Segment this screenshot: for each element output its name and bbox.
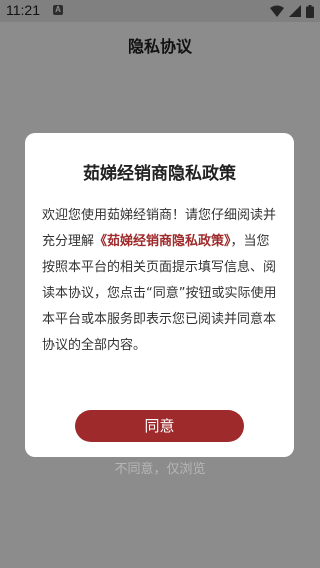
privacy-policy-link[interactable]: 《茹娣经销商隐私政策》 — [94, 234, 231, 249]
dialog-title: 茹娣经销商隐私政策 — [83, 164, 236, 184]
agree-button[interactable]: 同意 — [75, 410, 244, 442]
privacy-dialog: 茹娣经销商隐私政策 欢迎您使用茹娣经销商！请您仔细阅读并充分理解《茹娣经销商隐私… — [25, 133, 294, 457]
disagree-browse-link[interactable]: 不同意，仅浏览 — [0, 458, 320, 477]
dialog-body: 欢迎您使用茹娣经销商！请您仔细阅读并充分理解《茹娣经销商隐私政策》，当您按照本平… — [42, 203, 281, 359]
body-text-detail: ，当您按照本平台的相关页面提示填写信息、阅读本协议，您点击“同意”按钮或实际使用… — [42, 234, 277, 353]
